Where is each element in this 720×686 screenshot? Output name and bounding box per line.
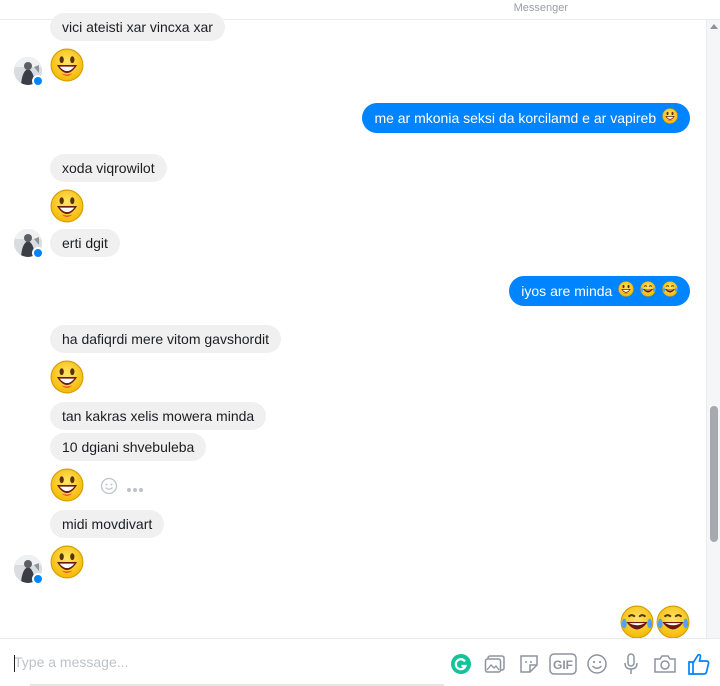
message-incoming[interactable]: xoda viqrowilot: [50, 154, 167, 182]
smile-emoji-icon[interactable]: [50, 468, 84, 502]
sticker-icon[interactable]: [512, 649, 546, 679]
text-caret: [14, 655, 15, 672]
laugh-emoji-icon: [640, 277, 656, 307]
avatar[interactable]: [14, 57, 44, 87]
gif-label: GIF: [553, 658, 573, 672]
smile-emoji-icon: [618, 277, 634, 307]
laugh-emoji-icon[interactable]: [620, 605, 654, 638]
smile-emoji-icon[interactable]: [50, 48, 84, 82]
smile-emoji-icon[interactable]: [50, 545, 84, 579]
message-incoming[interactable]: ha dafiqrdi mere vitom gavshordit: [50, 325, 281, 353]
message-incoming[interactable]: 10 dgiani shvebuleba: [50, 433, 207, 461]
camera-icon[interactable]: [648, 649, 682, 679]
emoji-picker-icon[interactable]: [580, 649, 614, 679]
message-text: me ar mkonia seksi da korcilamd e ar vap…: [374, 110, 657, 126]
laugh-emoji-icon[interactable]: [656, 605, 690, 638]
message-incoming[interactable]: tan kakras xelis mowera minda: [50, 402, 267, 430]
message-incoming[interactable]: vici ateisti xar vincxa xar: [50, 13, 225, 41]
message-outgoing[interactable]: me ar mkonia seksi da korcilamd e ar vap…: [362, 103, 690, 133]
message-text: iyos are minda: [521, 283, 613, 299]
gif-button[interactable]: GIF: [546, 649, 580, 679]
messenger-badge-icon: [32, 573, 44, 585]
message-thread[interactable]: vici ateisti xar vincxa xar me ar mkonia…: [0, 0, 706, 638]
laugh-emoji-icon: [662, 277, 678, 307]
message-input[interactable]: [14, 647, 434, 677]
photo-icon[interactable]: [478, 649, 512, 679]
avatar[interactable]: [14, 229, 44, 259]
avatar[interactable]: [14, 555, 44, 585]
message-incoming[interactable]: midi movdivart: [50, 510, 165, 538]
microphone-icon[interactable]: [614, 649, 648, 679]
composer: GIF: [0, 638, 720, 686]
smile-emoji-icon[interactable]: [50, 189, 84, 223]
scroll-up-arrow-icon[interactable]: [710, 24, 718, 29]
messenger-badge-icon: [32, 75, 44, 87]
smile-emoji-icon[interactable]: [50, 360, 84, 394]
message-incoming[interactable]: erti dgit: [50, 229, 120, 257]
message-actions: [100, 477, 144, 498]
scrollbar-thumb[interactable]: [710, 406, 718, 542]
message-outgoing[interactable]: iyos are minda: [509, 276, 690, 306]
smile-emoji-icon: [662, 104, 678, 134]
composer-tools: GIF: [444, 649, 716, 679]
grammarly-icon[interactable]: [444, 649, 478, 679]
react-icon[interactable]: [100, 477, 118, 498]
like-button[interactable]: [682, 649, 716, 679]
messenger-badge-icon: [32, 247, 44, 259]
more-options-icon[interactable]: [126, 480, 144, 496]
scrollbar[interactable]: [706, 20, 720, 638]
